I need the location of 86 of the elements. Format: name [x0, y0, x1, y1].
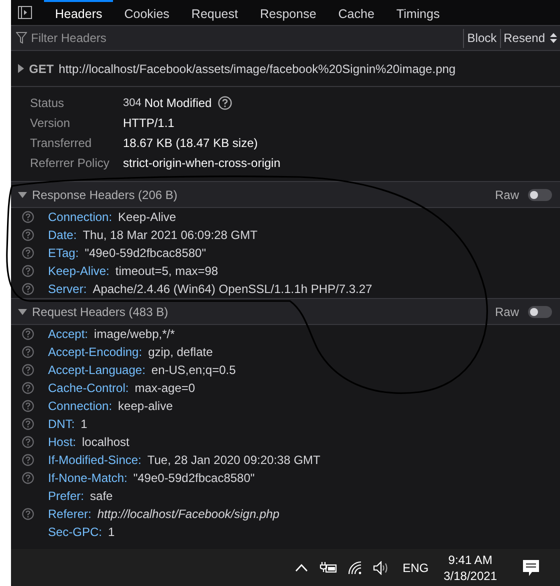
tab[interactable]: Cache [327, 0, 386, 25]
language-indicator[interactable]: ENG [402, 560, 429, 574]
header-value: "49e0-59d2fbcac8580" [133, 471, 255, 485]
summary-value: strict-origin-when-cross-origin [123, 156, 280, 170]
help-icon[interactable] [22, 472, 34, 484]
header-value: 1 [108, 525, 115, 539]
header-value: Keep-Alive [118, 210, 176, 224]
help-icon[interactable] [22, 508, 34, 520]
expand-icon[interactable] [18, 64, 24, 73]
header-name: Sec-GPC: [48, 525, 102, 539]
tab[interactable]: Cookies [113, 0, 180, 25]
header-value: 1 [80, 417, 88, 431]
tab[interactable]: Timings [385, 0, 451, 25]
help-icon[interactable] [22, 328, 34, 340]
chevron-up-icon[interactable] [294, 564, 308, 572]
filter-input[interactable]: Filter Headers [27, 31, 464, 45]
help-icon[interactable] [22, 211, 34, 223]
header-name: Connection: [48, 210, 112, 224]
collapse-triangle-icon[interactable] [18, 192, 27, 198]
header-value: "49e0-59d2fbcac8580" [84, 246, 206, 260]
help-icon[interactable] [22, 265, 34, 277]
summary-label: Status [29, 96, 66, 110]
header-name: Host: [48, 435, 76, 449]
summary-value: Not Modified [144, 96, 212, 110]
header-name: ETag: [48, 246, 79, 260]
battery-icon[interactable] [318, 562, 337, 574]
help-icon[interactable] [22, 346, 34, 358]
speaker-icon[interactable] [372, 560, 389, 574]
summary-label: Version [29, 116, 72, 130]
help-icon[interactable] [22, 364, 34, 376]
header-value: Apache/2.4.46 (Win64) OpenSSL/1.1.1h PHP/7.3.27 [92, 282, 372, 296]
header-name: Server: [48, 282, 87, 296]
help-icon[interactable] [22, 418, 34, 430]
help-icon[interactable] [218, 96, 232, 110]
toolbar-button[interactable]: Resend [500, 28, 560, 48]
header-value: image/webp,*/* [94, 327, 175, 341]
summary-value: HTTP/1.1 [123, 116, 174, 130]
wifi-icon[interactable] [348, 560, 362, 574]
help-icon[interactable] [22, 229, 34, 241]
header-value: Tue, 28 Jan 2020 09:20:38 GMT [147, 453, 320, 467]
help-icon[interactable] [22, 247, 34, 259]
header-value: max-age=0 [134, 381, 196, 395]
filter-icon [16, 32, 27, 44]
collapse-triangle-icon[interactable] [18, 308, 27, 314]
status-code: 304 [123, 97, 142, 109]
help-icon[interactable] [22, 400, 34, 412]
header-value: en-US,en;q=0.5 [151, 363, 236, 377]
header-value: Thu, 18 Mar 2021 06:09:28 GMT [82, 228, 258, 242]
help-icon[interactable] [22, 283, 34, 295]
header-name: Cache-Control: [48, 381, 129, 395]
header-name: Prefer: [48, 489, 84, 503]
header-value: localhost [82, 435, 130, 449]
help-icon[interactable] [22, 436, 34, 448]
summary-label: Transferred [29, 136, 93, 150]
tab[interactable]: Request [180, 0, 249, 25]
toggle-switch[interactable] [528, 306, 552, 318]
header-name: If-None-Match: [48, 471, 128, 485]
header-name: Keep-Alive: [48, 264, 110, 278]
header-name: Accept: [48, 327, 88, 341]
header-name: If-Modified-Since: [48, 453, 142, 467]
summary-value: 18.67 KB (18.47 KB size) [123, 136, 258, 150]
help-icon[interactable] [22, 454, 34, 466]
header-name: Accept-Language: [48, 363, 146, 377]
tab[interactable]: Response [248, 0, 328, 25]
clock[interactable]: 9:41 AM 3/18/2021 [444, 552, 497, 584]
header-value: http://localhost/Facebook/sign.php [97, 507, 280, 521]
header-name: Accept-Encoding: [48, 345, 142, 359]
section-header[interactable]: Request Headers (483 B) Raw [11, 298, 560, 325]
help-icon[interactable] [22, 382, 34, 394]
header-value: safe [90, 489, 113, 503]
header-value: gzip, deflate [148, 345, 213, 359]
header-name: DNT: [48, 417, 75, 431]
header-name: Connection: [48, 399, 112, 413]
toggle-switch[interactable] [528, 188, 552, 200]
header-value: timeout=5, max=98 [115, 264, 218, 278]
dock-icon[interactable] [18, 6, 32, 19]
sort-arrows-icon [550, 33, 557, 43]
header-name: Date: [48, 228, 77, 242]
request-url: http://localhost/Facebook/assets/image/facebook%20Signin%20image.png [58, 62, 456, 76]
request-method: GET [29, 62, 54, 76]
notification-icon[interactable] [522, 558, 540, 576]
header-name: Referer: [48, 507, 92, 521]
toolbar-button[interactable]: Block [463, 28, 500, 48]
summary-label: Referrer Policy [29, 156, 110, 170]
section-header[interactable]: Response Headers (206 B) Raw [11, 181, 560, 208]
header-value: keep-alive [118, 399, 173, 413]
